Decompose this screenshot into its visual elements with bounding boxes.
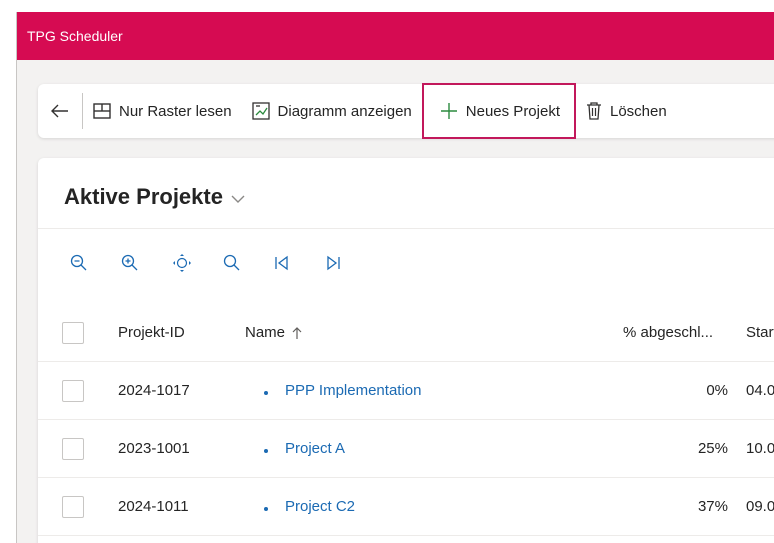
table-row[interactable]: 2024-1017 PPP Implementation 0% 04.03 — [38, 362, 774, 420]
trash-icon — [587, 102, 601, 120]
select-all-checkbox[interactable] — [62, 322, 84, 344]
project-name-link[interactable]: Project C2 — [285, 498, 355, 515]
project-start: 10.02 — [746, 440, 774, 457]
grid-header: Projekt-ID Name % abgeschl... Start — [38, 304, 774, 362]
app-window: TPG Scheduler Nur Raster lesen Diagramm … — [0, 0, 774, 543]
zoom-out-button[interactable] — [70, 252, 121, 274]
delete-button[interactable]: Löschen — [576, 84, 677, 138]
delete-label: Löschen — [610, 102, 667, 120]
panel-divider — [38, 228, 774, 229]
column-header-id[interactable]: Projekt-ID — [118, 324, 185, 341]
go-to-end-icon — [327, 255, 340, 271]
gantt-toolbar — [70, 252, 376, 274]
projects-panel: Aktive Projekte Projekt-ID Name % abgesc… — [38, 158, 774, 543]
new-project-label: Neues Projekt — [465, 102, 560, 120]
zoom-in-button[interactable] — [121, 252, 172, 274]
zoom-in-icon — [121, 254, 138, 271]
project-percent: 25% — [697, 440, 728, 457]
show-chart-button[interactable]: Diagramm anzeigen — [242, 84, 422, 138]
project-id: 2024-1017 — [118, 382, 190, 399]
go-to-end-button[interactable] — [325, 252, 376, 274]
go-to-start-button[interactable] — [274, 252, 325, 274]
project-name-link[interactable]: PPP Implementation — [285, 382, 421, 399]
project-start: 04.03 — [746, 382, 774, 399]
read-grid-button[interactable]: Nur Raster lesen — [83, 84, 242, 138]
go-to-start-icon — [275, 255, 288, 271]
view-selector[interactable]: Aktive Projekte — [64, 184, 245, 210]
app-frame: TPG Scheduler Nur Raster lesen Diagramm … — [16, 12, 774, 543]
search-icon — [223, 254, 240, 271]
search-button[interactable] — [223, 252, 274, 274]
fit-icon — [173, 254, 191, 272]
table-row[interactable]: 2023-1001 Project A 25% 10.02 — [38, 420, 774, 478]
bullet — [264, 507, 268, 511]
grid-icon — [93, 103, 111, 119]
sort-up-icon — [292, 326, 302, 339]
bullet — [264, 391, 268, 395]
chevron-down-icon — [231, 195, 245, 203]
column-header-start[interactable]: Start — [746, 324, 774, 341]
new-project-button[interactable]: Neues Projekt — [421, 83, 576, 139]
plus-icon — [440, 103, 457, 119]
title-bar: TPG Scheduler — [17, 12, 774, 60]
row-checkbox[interactable] — [62, 496, 84, 518]
project-name-link[interactable]: Project A — [285, 440, 345, 457]
project-percent: 37% — [697, 498, 728, 515]
command-bar: Nur Raster lesen Diagramm anzeigen Neues… — [38, 83, 774, 139]
fit-button[interactable] — [172, 252, 223, 274]
page-title: Aktive Projekte — [64, 184, 223, 209]
column-header-name-label: Name — [245, 324, 286, 341]
chart-icon — [251, 102, 270, 120]
project-start: 09.09 — [746, 498, 774, 515]
project-id: 2023-1001 — [118, 440, 190, 457]
back-arrow-icon — [51, 104, 68, 118]
back-button[interactable] — [38, 84, 82, 138]
project-percent: 0% — [706, 382, 728, 399]
column-header-name[interactable]: Name — [245, 324, 302, 341]
zoom-out-icon — [70, 254, 87, 271]
show-chart-label: Diagramm anzeigen — [277, 102, 412, 120]
row-checkbox[interactable] — [62, 438, 84, 460]
column-header-percent[interactable]: % abgeschl... — [623, 324, 713, 341]
project-id: 2024-1011 — [118, 498, 189, 515]
bullet — [264, 449, 268, 453]
app-title: TPG Scheduler — [27, 28, 123, 44]
table-row[interactable]: 2024-1011 Project C2 37% 09.09 — [38, 478, 774, 536]
row-checkbox[interactable] — [62, 380, 84, 402]
read-grid-label: Nur Raster lesen — [119, 102, 232, 120]
